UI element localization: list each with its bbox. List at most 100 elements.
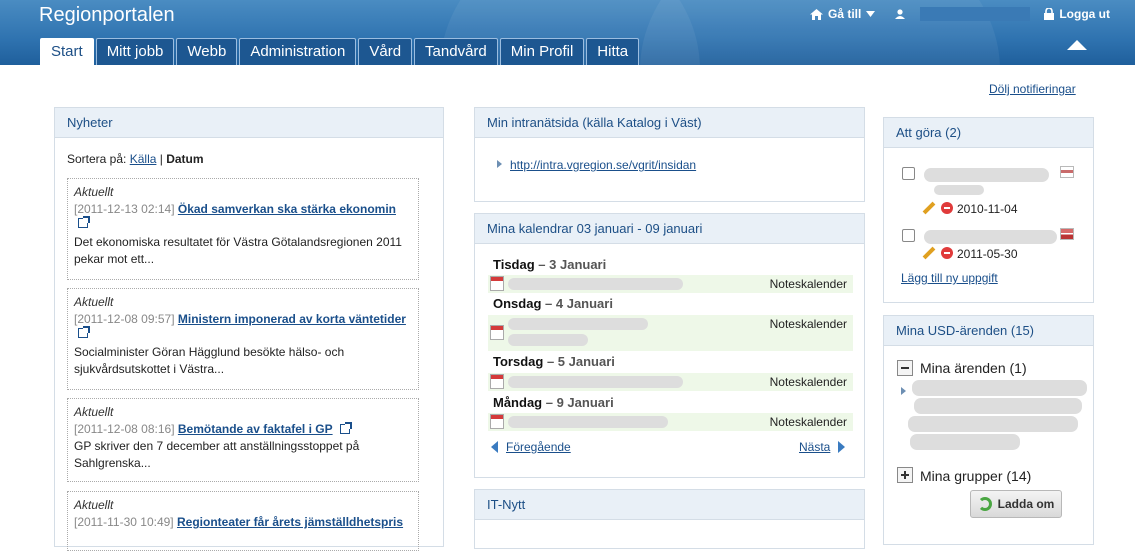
sort-label: Sortera på: (67, 152, 127, 166)
tab-mitt-jobb[interactable]: Mitt jobb (95, 38, 175, 65)
calendar-panel: Mina kalendrar 03 januari - 09 januari T… (474, 213, 865, 478)
calendar-day: Tisdag – 3 Januari (493, 257, 607, 272)
calendar-day: Torsdag – 5 Januari (493, 354, 615, 369)
user-menu[interactable] (895, 7, 1040, 21)
news-category: Aktuellt (74, 295, 114, 309)
username-masked (920, 7, 1031, 21)
news-panel: Nyheter Sortera på: Källa | Datum Aktuel… (54, 107, 444, 551)
todo-date: 2010-11-04 (957, 202, 1018, 216)
day-date: 3 Januari (549, 257, 607, 272)
todo-title-masked (924, 168, 1049, 182)
day-date: 5 Januari (557, 354, 615, 369)
home-icon (810, 8, 823, 20)
calendar-event[interactable]: Noteskalender (488, 275, 853, 293)
reload-button[interactable]: Ladda om (970, 490, 1062, 518)
news-category: Aktuellt (74, 185, 114, 199)
portal-logo[interactable]: Regionportalen (39, 4, 175, 27)
todo-title-masked (924, 230, 1057, 244)
tab-webb[interactable]: Webb (176, 38, 238, 65)
news-date: [2011-11-30 10:49] (74, 515, 174, 529)
intranet-title: Min intranätsida (källa Katalog i Väst) (475, 108, 864, 138)
intranet-panel: Min intranätsida (källa Katalog i Väst) … (474, 107, 865, 202)
intranet-link[interactable]: http://intra.vgregion.se/vgrit/insidan (510, 158, 696, 172)
tab-min-profil[interactable]: Min Profil (499, 38, 585, 65)
external-link-icon[interactable] (78, 326, 90, 338)
event-source: Noteskalender (769, 375, 847, 389)
previous-label: Föregående (506, 440, 571, 454)
news-category: Aktuellt (74, 498, 114, 512)
collapse-header-icon[interactable] (1067, 40, 1087, 50)
news-title: Nyheter (55, 108, 443, 138)
todo-date: 2011-05-30 (957, 247, 1018, 261)
tab-tandvard[interactable]: Tandvård (414, 38, 498, 65)
todo-checkbox[interactable] (902, 167, 915, 180)
it-news-title: IT-Nytt (475, 490, 864, 520)
delete-icon[interactable] (941, 247, 953, 259)
calendar-icon (490, 276, 504, 291)
todo-checkbox[interactable] (902, 229, 915, 242)
edit-pencil-icon[interactable] (922, 246, 936, 260)
edit-pencil-icon[interactable] (922, 201, 936, 215)
goto-menu[interactable]: Gå till (810, 7, 876, 21)
external-link-icon[interactable] (339, 422, 352, 434)
weekday: Måndag (493, 395, 543, 410)
news-link[interactable]: Ökad samverkan ska stärka ekonomin (178, 202, 396, 216)
it-news-panel: IT-Nytt (474, 489, 865, 549)
calendar-day: Måndag – 9 Januari (493, 395, 614, 410)
sort-by-source[interactable]: Källa (130, 152, 157, 166)
todo-panel: Att göra (2) 2010-11-04 2011-05-30 Lägg … (883, 117, 1094, 303)
event-title-masked (508, 416, 668, 428)
event-title-masked (508, 376, 683, 388)
calendar-icon (490, 325, 504, 340)
calendar-day: Onsdag – 4 Januari (493, 296, 613, 311)
calendar-event[interactable]: Noteskalender (488, 373, 853, 391)
tab-start[interactable]: Start (40, 38, 94, 65)
my-cases-label[interactable]: Mina ärenden (1) (920, 360, 1027, 376)
news-category: Aktuellt (74, 405, 114, 419)
news-date: [2011-12-08 09:57] (74, 312, 175, 326)
news-summary: Socialminister Göran Hägglund besökte hä… (74, 345, 345, 376)
arrow-left-icon (491, 441, 498, 453)
logout-label: Logga ut (1059, 7, 1110, 21)
sort-by-date[interactable]: Datum (166, 152, 203, 166)
collapse-icon[interactable] (897, 360, 913, 376)
calendar-title: Mina kalendrar 03 januari - 09 januari (475, 214, 864, 244)
calendar-icon (490, 414, 504, 429)
logout-link[interactable]: Logga ut (1044, 7, 1110, 21)
weekday: Tisdag (493, 257, 535, 272)
calendar-event[interactable]: Noteskalender (488, 413, 853, 431)
tab-vard[interactable]: Vård (358, 38, 413, 65)
news-date: [2011-12-08 08:16] (74, 422, 175, 436)
event-title-masked (508, 278, 683, 290)
news-summary: Det ekonomiska resultatet för Västra Göt… (74, 235, 402, 266)
reload-label: Ladda om (997, 497, 1055, 511)
news-item: Aktuellt [2011-12-13 02:14] Ökad samverk… (67, 178, 419, 280)
previous-week-link[interactable]: Föregående (491, 440, 571, 454)
arrow-right-icon (838, 441, 846, 453)
expand-icon[interactable] (897, 467, 913, 483)
news-link[interactable]: Ministern imponerad av korta väntetider (178, 312, 406, 326)
news-item: Aktuellt [2011-11-30 10:49] Regionteater… (67, 491, 419, 551)
event-source: Noteskalender (769, 277, 847, 291)
top-navigation: Gå till Logga ut (810, 7, 1110, 21)
news-summary: GP skriver den 7 december att anställnin… (74, 439, 360, 470)
lock-icon (1044, 8, 1055, 20)
delete-icon[interactable] (941, 202, 953, 214)
case-title-masked (910, 434, 1020, 450)
weekday: Torsdag (493, 354, 544, 369)
todo-title: Att göra (2) (884, 118, 1093, 148)
event-title-masked (508, 334, 588, 346)
next-week-link[interactable]: Nästa (799, 440, 846, 454)
tab-administration[interactable]: Administration (239, 38, 357, 65)
calendar-event[interactable]: Noteskalender (488, 315, 853, 351)
my-groups-label[interactable]: Mina grupper (14) (920, 468, 1031, 484)
news-date: [2011-12-13 02:14] (74, 202, 175, 216)
refresh-icon (977, 497, 992, 511)
hide-notifications-link[interactable]: Dölj notifieringar (989, 82, 1076, 96)
tab-hitta[interactable]: Hitta (586, 38, 640, 65)
news-link[interactable]: Regionteater får årets jämställdhetspris (177, 515, 403, 529)
case-title-masked (912, 380, 1087, 396)
external-link-icon[interactable] (78, 216, 90, 228)
news-link[interactable]: Bemötande av faktafel i GP (178, 422, 333, 436)
add-task-link[interactable]: Lägg till ny uppgift (901, 271, 998, 285)
